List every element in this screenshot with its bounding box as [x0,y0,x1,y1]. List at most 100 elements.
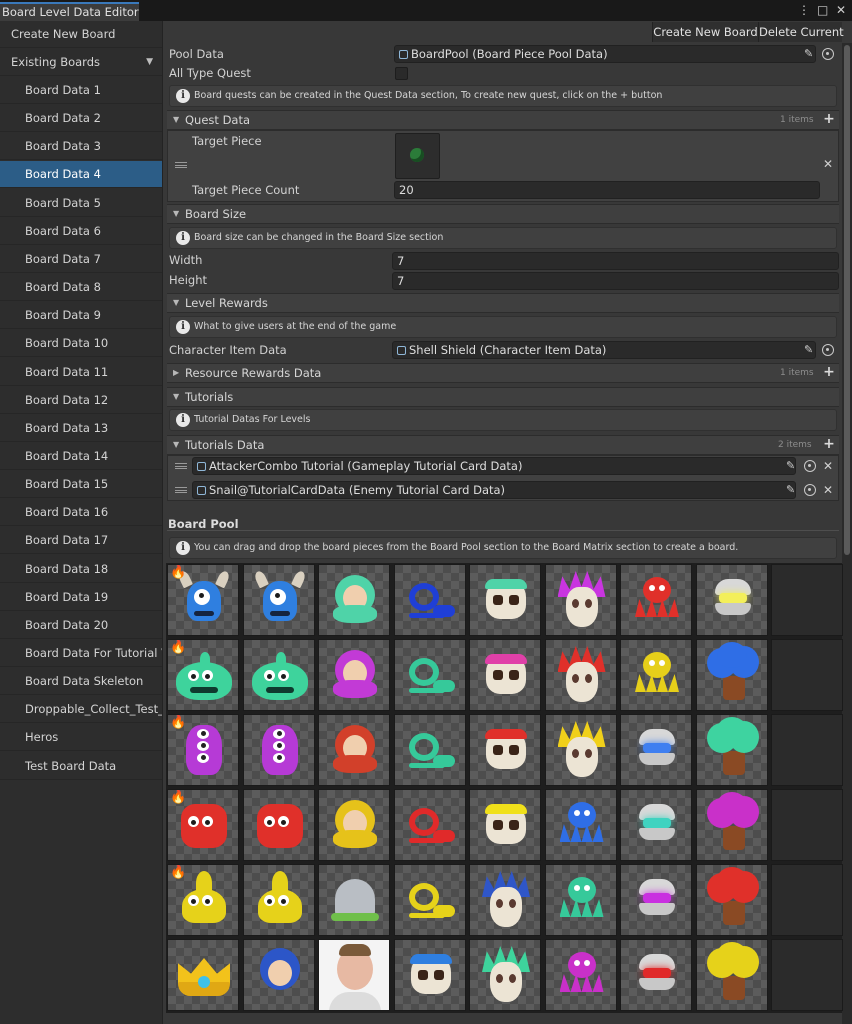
tutorials-data-foldout[interactable]: ▼ Tutorials Data [167,435,839,455]
sidebar-item[interactable]: Droppable_Collect_Test_B [0,696,162,724]
resource-rewards-foldout[interactable]: ▶ Resource Rewards Data [167,363,839,383]
sidebar-item[interactable]: Board Data 13 [0,415,162,442]
board-piece-octo[interactable] [544,864,617,936]
sidebar-item[interactable]: Board Data 17 [0,527,162,555]
board-piece-tri[interactable]: 🔥 [167,714,239,786]
board-piece-crown[interactable] [167,939,239,1011]
sidebar-item[interactable]: Board Data For Tutorial Vi [0,640,162,667]
tutorial-item-field-1[interactable]: AttackerCombo Tutorial (Gameplay Tutoria… [192,457,796,475]
sidebar-item[interactable]: Board Data 9 [0,302,162,330]
window-tab[interactable]: Board Level Data Editor [0,2,139,21]
board-piece-girl[interactable] [318,714,390,786]
board-pool-empty-slot[interactable] [771,789,843,861]
maximize-icon[interactable]: □ [817,3,828,17]
tutorials-foldout[interactable]: ▼ Tutorials [167,387,839,407]
sidebar-item[interactable]: Board Data 19 [0,584,162,611]
sidebar-item[interactable]: Board Data 3 [0,133,162,161]
sidebar-existing-boards-header[interactable]: Existing Boards ▼ [0,49,162,76]
board-piece-girl[interactable] [318,789,390,861]
tutorial-item-field-2[interactable]: Snail@TutorialCardData (Enemy Tutorial C… [192,481,796,499]
board-pool-empty-slot[interactable] [771,864,843,936]
board-piece-skull[interactable] [469,639,541,711]
width-field[interactable]: 7 [392,252,839,270]
sidebar-item[interactable]: Board Data 12 [0,387,162,414]
add-quest-icon[interactable]: + [820,111,838,129]
close-icon[interactable]: ✕ [836,3,846,17]
board-piece-punk[interactable] [544,639,617,711]
all-type-quest-checkbox[interactable] [395,67,408,80]
board-piece-blob[interactable]: 🔥 [167,639,239,711]
object-picker-icon[interactable] [822,344,834,356]
sidebar-item[interactable]: Board Data Skeleton [0,668,162,696]
board-piece-punk[interactable] [469,939,541,1011]
object-picker-icon[interactable] [804,460,816,472]
sidebar-item[interactable]: Board Data 8 [0,274,162,302]
sidebar-item[interactable]: Board Data 10 [0,330,162,358]
target-piece-count-field[interactable]: 20 [394,181,820,199]
board-pool-empty-slot[interactable] [771,564,843,636]
board-piece-girl[interactable] [318,639,390,711]
board-size-foldout[interactable]: ▼ Board Size [167,204,839,224]
edit-pencil-icon[interactable]: ✎ [804,344,813,356]
board-piece-shell[interactable] [620,864,692,936]
board-piece-punk[interactable] [544,714,617,786]
remove-tutorial-icon[interactable]: ✕ [823,460,833,472]
board-piece-shell[interactable] [620,939,692,1011]
board-piece-octo[interactable] [544,939,617,1011]
scrollbar-thumb[interactable] [844,45,850,555]
board-piece-snail[interactable] [393,864,466,936]
board-piece-cone[interactable] [242,864,315,936]
object-picker-icon[interactable] [822,48,834,60]
sidebar-item[interactable]: Board Data 11 [0,359,162,386]
board-piece-shell[interactable] [620,714,692,786]
board-piece-tree[interactable] [695,789,768,861]
sidebar-item[interactable]: Board Data 6 [0,218,162,245]
sidebar-item[interactable]: Board Data 1 [0,77,162,104]
board-piece-punk[interactable] [469,864,541,936]
board-piece-skull[interactable] [393,939,466,1011]
board-piece-snail[interactable] [393,789,466,861]
drag-handle-icon[interactable] [175,162,187,168]
drag-handle-icon[interactable] [175,487,187,493]
board-piece-octo[interactable] [620,639,692,711]
quest-data-foldout[interactable]: ▼ Quest Data [167,110,839,130]
sidebar-item[interactable]: Test Board Data [0,753,162,780]
board-piece-skull[interactable] [469,564,541,636]
board-piece-photo[interactable] [318,939,390,1011]
sidebar-item[interactable]: Board Data 5 [0,190,162,217]
board-piece-square[interactable]: 🔥 [167,789,239,861]
target-piece-thumbnail[interactable] [395,133,440,179]
character-item-field[interactable]: Shell Shield (Character Item Data) [392,341,816,359]
delete-current-button[interactable]: Delete Current [758,22,844,42]
board-piece-octo[interactable] [620,564,692,636]
board-piece-tree[interactable] [695,639,768,711]
board-piece-snail[interactable] [393,564,466,636]
board-piece-cone[interactable]: 🔥 [167,864,239,936]
object-picker-icon[interactable] [804,484,816,496]
sidebar-item[interactable]: Heros [0,724,162,752]
board-piece-octo[interactable] [544,789,617,861]
board-piece-tree[interactable] [695,864,768,936]
board-piece-shell[interactable] [695,564,768,636]
sidebar-item[interactable]: Board Data 4 [0,161,162,189]
board-piece-blob[interactable] [242,639,315,711]
board-piece-skull[interactable] [469,714,541,786]
level-rewards-foldout[interactable]: ▼ Level Rewards [167,293,839,313]
sidebar-item[interactable]: Board Data 18 [0,556,162,583]
add-resource-icon[interactable]: + [820,364,838,382]
board-piece-punk[interactable] [544,564,617,636]
board-pool-empty-slot[interactable] [771,639,843,711]
board-piece-tree[interactable] [695,939,768,1011]
sidebar-item[interactable]: Board Data 20 [0,612,162,639]
height-field[interactable]: 7 [392,272,839,290]
edit-pencil-icon[interactable]: ✎ [786,484,795,496]
sidebar-item[interactable]: Board Data 15 [0,471,162,499]
edit-pencil-icon[interactable]: ✎ [786,460,795,472]
pool-data-field[interactable]: BoardPool (Board Piece Pool Data) [394,45,816,63]
board-piece-shell[interactable] [620,789,692,861]
sidebar-item[interactable]: Board Data 16 [0,499,162,527]
board-piece-tree[interactable] [695,714,768,786]
more-menu-icon[interactable]: ⋮ [798,3,810,17]
sidebar-item[interactable]: Board Data 14 [0,443,162,470]
sidebar-item[interactable]: Board Data 7 [0,246,162,273]
